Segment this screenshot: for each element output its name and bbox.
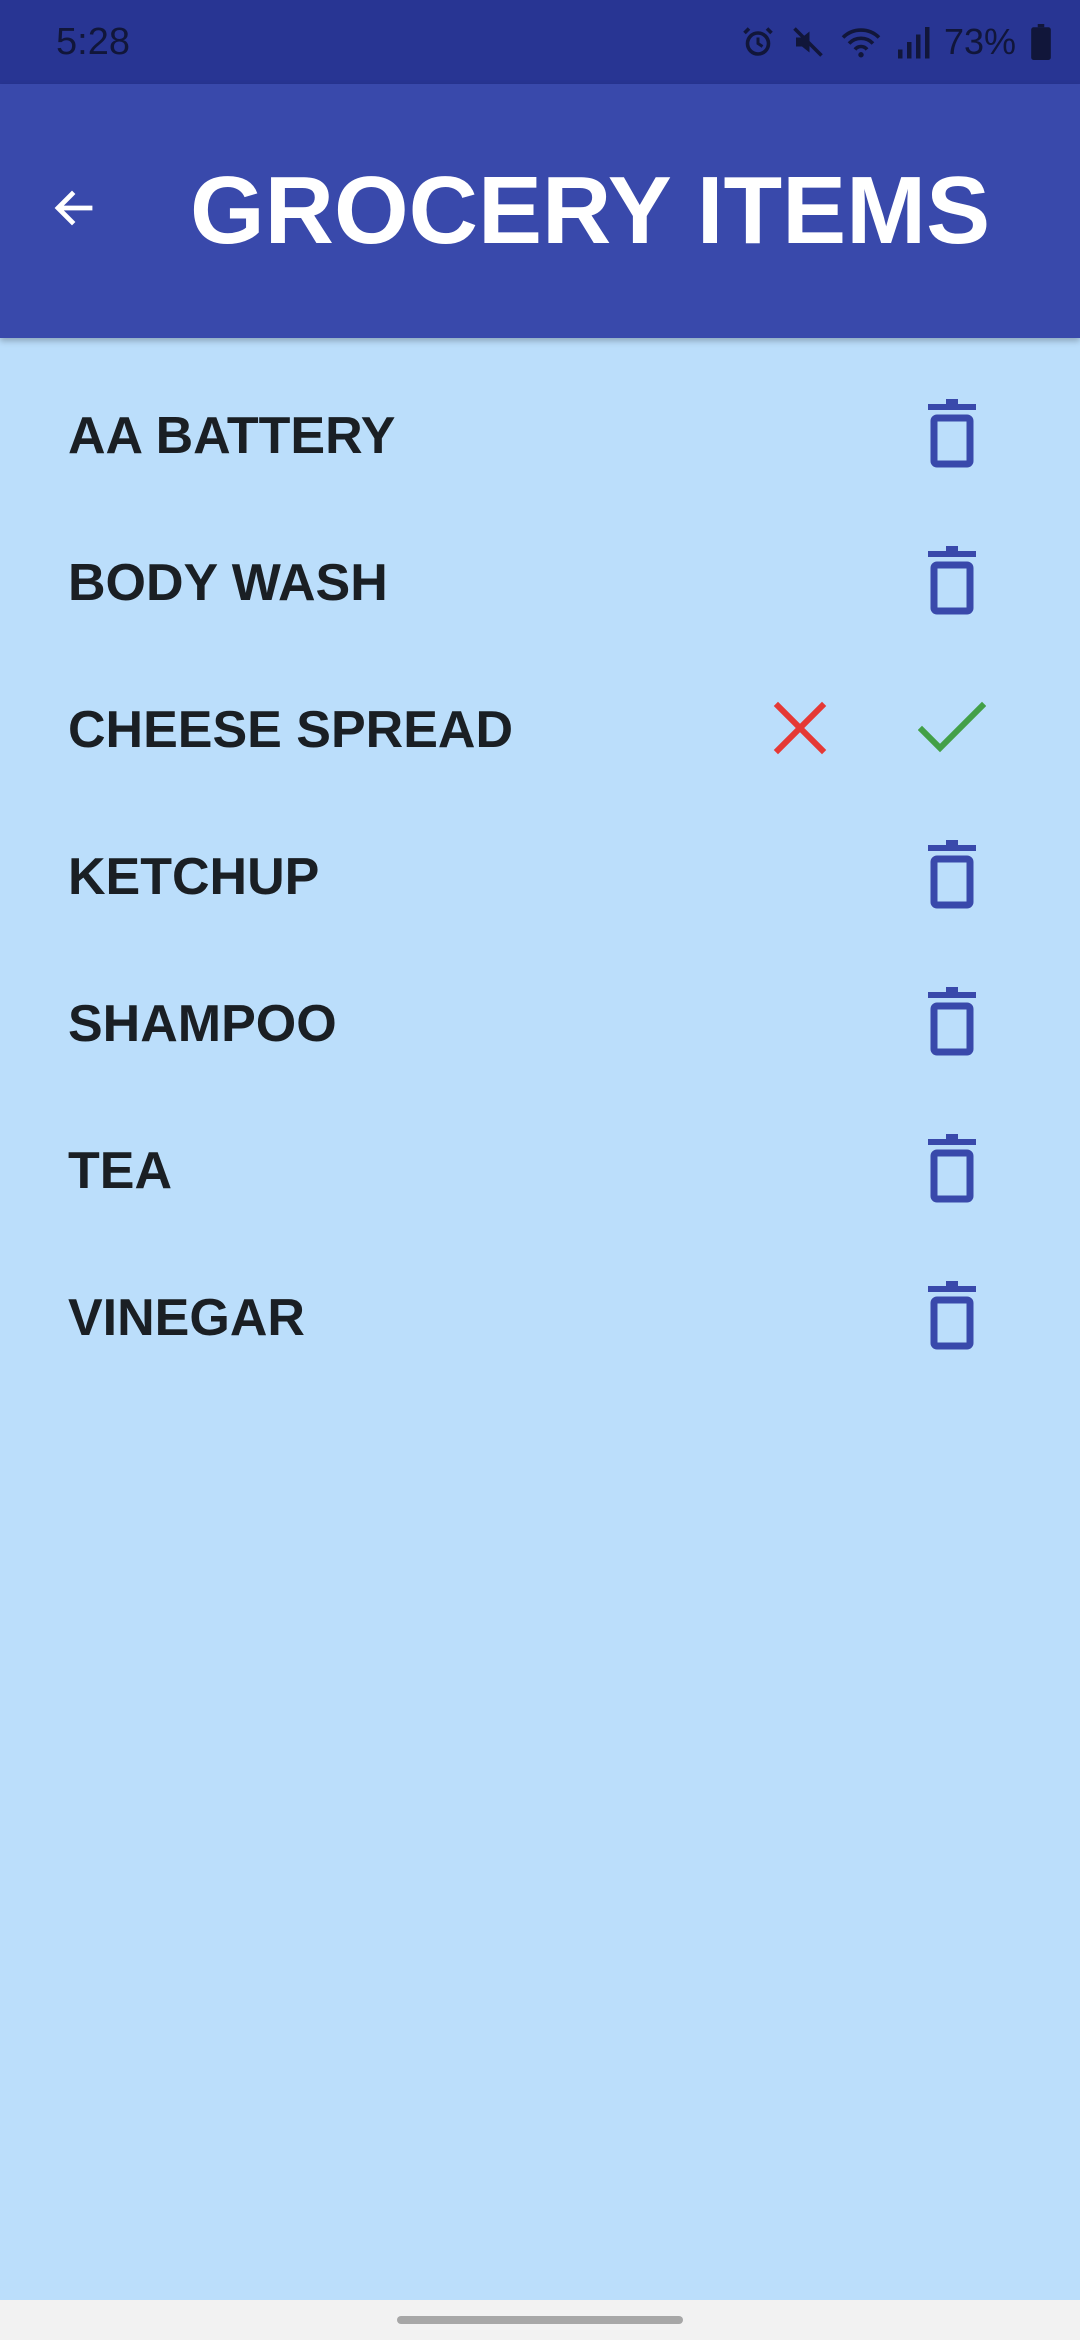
trash-icon [926,986,978,1062]
back-button[interactable] [36,172,112,248]
signal-icon [896,24,930,60]
item-label: SHAMPOO [68,995,337,1053]
trash-icon [926,1280,978,1356]
item-label: BODY WASH [68,554,388,612]
trash-icon [926,1133,978,1209]
arrow-back-icon [50,184,98,237]
delete-button[interactable] [907,832,997,922]
status-bar: 5:28 73% [0,0,1080,84]
item-label: CHEESE SPREAD [68,701,513,759]
trash-icon [926,545,978,621]
delete-button[interactable] [907,391,997,481]
list-item: KETCHUP [0,805,1080,952]
mute-icon [790,24,826,60]
grocery-list: AA BATTERY BODY WASH CHEESE SPREAD KETCH… [0,364,1080,1393]
battery-percent: 73% [943,21,1016,62]
delete-button[interactable] [907,1126,997,1216]
close-icon [772,700,828,761]
item-label: VINEGAR [68,1289,305,1347]
list-item: TEA [0,1099,1080,1246]
battery-icon [1030,24,1052,60]
check-icon [917,700,987,761]
list-item: AA BATTERY [0,364,1080,511]
item-label: KETCHUP [68,848,320,906]
list-item: BODY WASH [0,511,1080,658]
app-bar: GROCERY ITEMS [0,84,1080,338]
alarm-icon [740,24,776,60]
trash-icon [926,398,978,474]
list-item: SHAMPOO [0,952,1080,1099]
delete-button[interactable] [907,979,997,1069]
cancel-button[interactable] [755,685,845,775]
home-gesture-handle[interactable] [397,2316,683,2324]
delete-button[interactable] [907,1273,997,1363]
list-item-editing: CHEESE SPREAD [0,658,1080,805]
status-icons: 73% [740,18,1052,66]
wifi-icon [840,24,882,60]
item-label: TEA [68,1142,172,1200]
delete-button[interactable] [907,538,997,628]
status-time: 5:28 [56,21,130,63]
confirm-button[interactable] [907,685,997,775]
page-title: GROCERY ITEMS [190,157,991,264]
trash-icon [926,839,978,915]
list-item: VINEGAR [0,1246,1080,1393]
item-label: AA BATTERY [68,407,396,465]
navigation-bar [0,2300,1080,2340]
